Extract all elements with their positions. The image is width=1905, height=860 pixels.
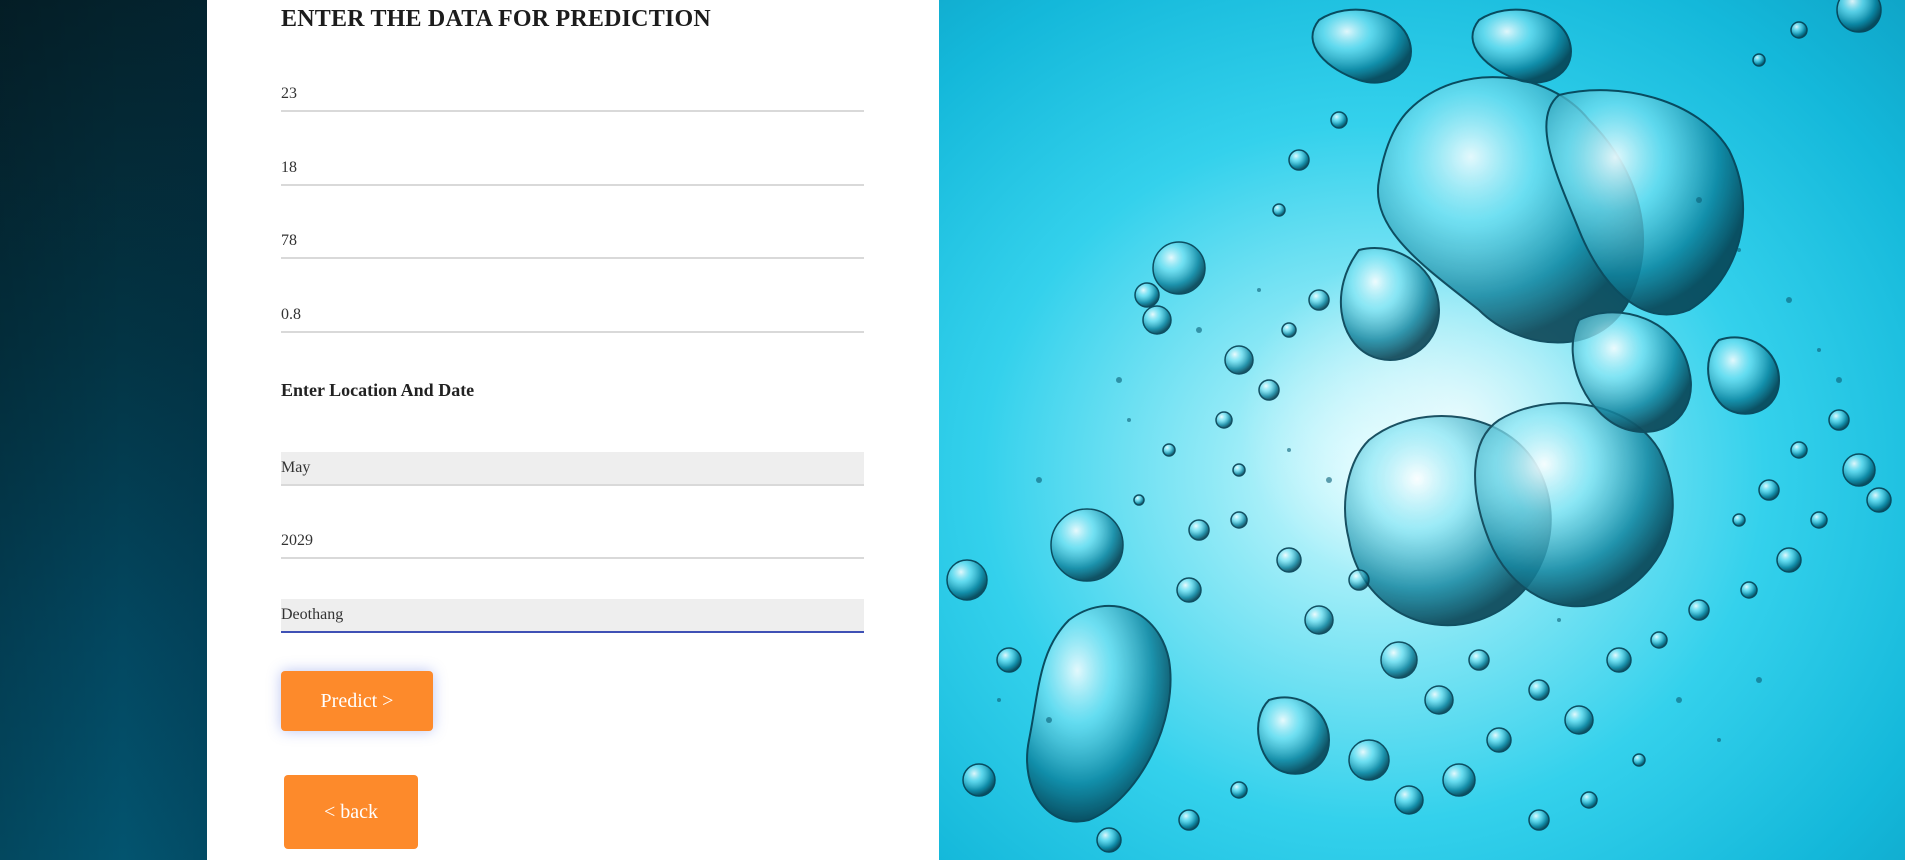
predict-button[interactable]: Predict > xyxy=(281,671,433,731)
input-field-3[interactable] xyxy=(281,225,864,259)
prediction-form: ENTER THE DATA FOR PREDICTION Enter Loca… xyxy=(207,0,939,860)
left-background xyxy=(0,0,207,860)
location-field[interactable] xyxy=(281,599,864,633)
month-field[interactable] xyxy=(281,452,864,486)
year-field[interactable] xyxy=(281,525,864,559)
back-button[interactable]: < back xyxy=(284,775,418,849)
input-field-1[interactable] xyxy=(281,78,864,112)
input-field-4[interactable] xyxy=(281,299,864,333)
water-bubbles-image xyxy=(939,0,1905,860)
bubbles-illustration xyxy=(946,0,1892,853)
input-field-2[interactable] xyxy=(281,152,864,186)
location-date-heading: Enter Location And Date xyxy=(281,380,475,400)
form-title: ENTER THE DATA FOR PREDICTION xyxy=(281,6,711,32)
